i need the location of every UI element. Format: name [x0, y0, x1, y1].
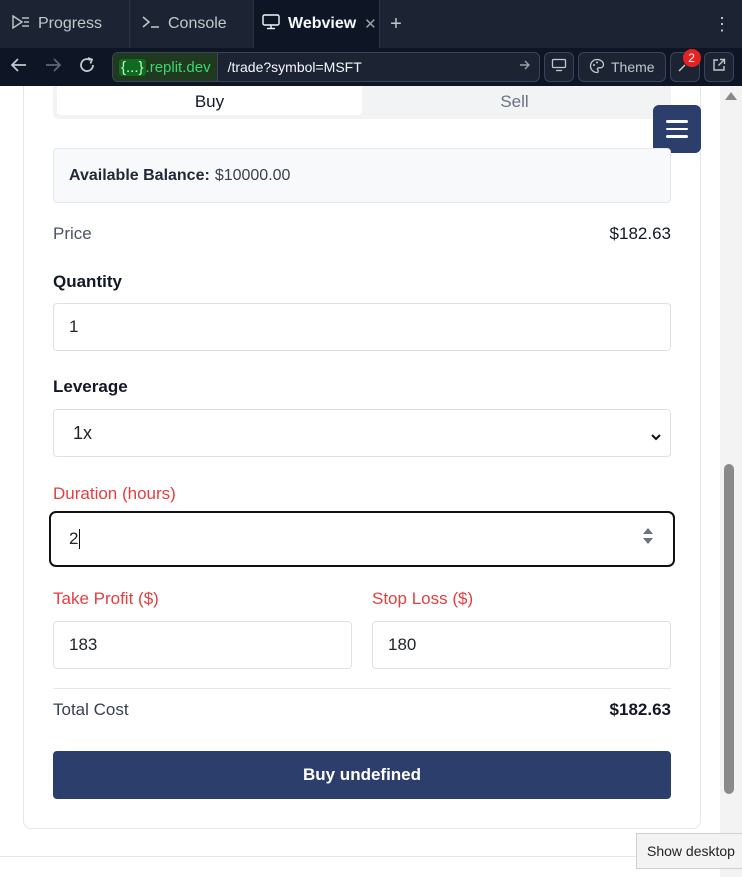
plus-icon: + — [390, 12, 402, 35]
palette-icon — [589, 58, 605, 77]
hamburger-line — [666, 135, 688, 138]
external-link-icon — [712, 58, 726, 77]
devices-button[interactable] — [544, 52, 574, 82]
url-host-braces: {...} — [119, 58, 146, 76]
close-icon[interactable]: ✕ — [364, 15, 377, 33]
price-value: $182.63 — [609, 224, 671, 243]
available-balance: Available Balance: $10000.00 — [53, 148, 671, 203]
reload-icon — [78, 56, 96, 79]
reload-button[interactable] — [72, 52, 102, 82]
duration-label: Duration (hours) — [53, 484, 176, 503]
balance-value: $10000.00 — [214, 166, 291, 184]
stop-loss-value: 180 — [388, 635, 417, 654]
stop-loss-label: Stop Loss ($) — [372, 589, 474, 608]
theme-label: Theme — [611, 59, 655, 75]
tab-bar-spacer — [412, 0, 702, 48]
hamburger-line — [666, 120, 688, 123]
price-label: Price — [53, 224, 92, 243]
leverage-value: 1x — [73, 422, 93, 443]
scrollbar[interactable] — [720, 86, 742, 877]
open-new-window-button[interactable] — [703, 52, 734, 82]
buy-tab[interactable]: Buy — [57, 86, 362, 115]
arrow-right-icon — [45, 57, 62, 77]
leverage-label: Leverage — [53, 377, 128, 396]
tab-label: Progress — [38, 15, 103, 32]
console-icon — [142, 15, 160, 34]
duration-input[interactable]: 2 — [49, 511, 675, 567]
arrow-left-icon — [10, 57, 27, 77]
side-toggle: Buy Sell — [53, 86, 671, 119]
more-options-button[interactable]: ⋮ — [702, 0, 742, 48]
scroll-up-icon[interactable] — [725, 92, 737, 100]
url-host-suffix: .replit.dev — [145, 58, 211, 76]
tab-progress[interactable]: Progress — [0, 0, 130, 48]
devtools-button[interactable]: 2 — [669, 49, 701, 82]
progress-icon — [12, 14, 30, 35]
price-row: Price $182.63 — [53, 224, 671, 244]
take-profit-label: Take Profit ($) — [53, 589, 159, 608]
sell-tab[interactable]: Sell — [362, 86, 667, 115]
desktop-icon — [551, 58, 567, 77]
spinner-up-icon[interactable] — [643, 528, 653, 534]
tab-bar: Progress Console Webview ✕ + ⋮ — [0, 0, 742, 48]
divider — [53, 688, 671, 689]
balance-label: Available Balance: — [69, 166, 210, 184]
url-path: /trade?symbol=MSFT — [227, 59, 362, 75]
leverage-select[interactable]: 1x — [53, 409, 671, 457]
spinner-down-icon[interactable] — [643, 538, 653, 544]
monitor-icon — [262, 13, 280, 35]
kebab-menu-icon: ⋮ — [713, 13, 731, 34]
tab-label: Webview — [288, 15, 357, 32]
chevron-down-icon — [650, 427, 662, 448]
scroll-thumb[interactable] — [724, 464, 734, 794]
footer-divider — [0, 856, 720, 857]
tab-console[interactable]: Console — [130, 0, 254, 48]
quantity-label: Quantity — [53, 272, 122, 291]
take-profit-value: 183 — [69, 635, 98, 654]
hamburger-menu-button[interactable] — [653, 105, 701, 153]
notification-badge: 2 — [682, 49, 701, 67]
show-desktop-tooltip: Show desktop — [636, 833, 742, 869]
address-bar: {...} .replit.dev /trade?symbol=MSFT The… — [0, 48, 742, 86]
theme-button[interactable]: Theme — [578, 52, 666, 82]
tab-webview[interactable]: Webview ✕ — [254, 0, 380, 48]
new-tab-button[interactable]: + — [380, 0, 412, 48]
number-spinner[interactable] — [643, 528, 653, 544]
take-profit-input[interactable]: 183 — [53, 621, 352, 669]
total-cost-row: Total Cost $182.63 — [53, 700, 671, 720]
hamburger-line — [666, 127, 688, 131]
total-cost-value: $182.63 — [609, 700, 671, 719]
text-caret — [79, 529, 81, 549]
back-button[interactable] — [4, 52, 34, 82]
duration-value: 2 — [69, 529, 79, 548]
go-arrow-icon[interactable] — [511, 58, 539, 76]
stop-loss-input[interactable]: 180 — [372, 621, 671, 669]
tab-label: Console — [168, 15, 227, 32]
total-cost-label: Total Cost — [53, 700, 129, 719]
submit-trade-button[interactable]: Buy undefined — [53, 751, 671, 799]
url-field[interactable]: {...} .replit.dev /trade?symbol=MSFT — [112, 52, 540, 82]
forward-button[interactable] — [38, 52, 68, 82]
quantity-value: 1 — [69, 317, 79, 336]
webview: Buy Sell Available Balance: $10000.00 Pr… — [0, 86, 742, 877]
url-host: {...} .replit.dev — [113, 53, 218, 81]
quantity-input[interactable]: 1 — [53, 303, 671, 351]
